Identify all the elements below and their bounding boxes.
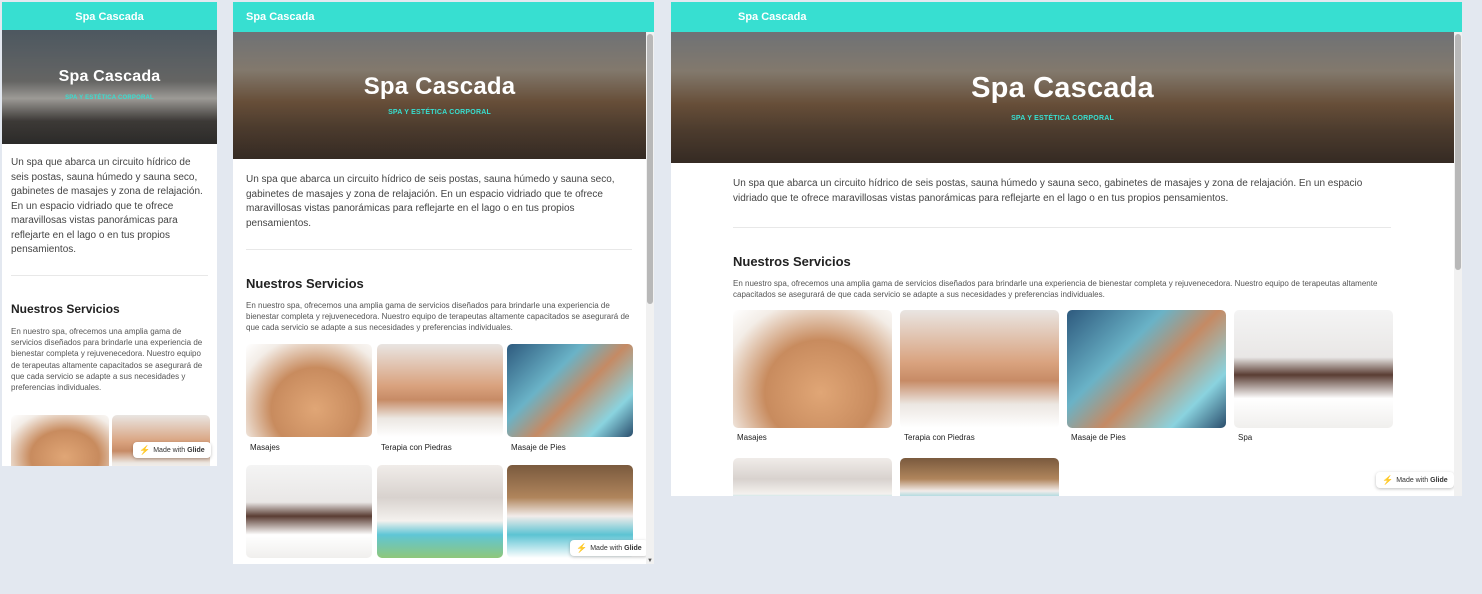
hero-title: Spa Cascada xyxy=(58,68,161,85)
service-label: Masajes xyxy=(737,433,767,442)
divider xyxy=(733,227,1391,228)
stones-photo xyxy=(377,344,503,437)
made-with-glide-badge[interactable]: ⚡ Made with Glide xyxy=(133,442,211,458)
service-card[interactable]: Masaje de Pies xyxy=(1067,310,1226,448)
massage-photo xyxy=(733,310,892,428)
hero-subtitle: SPA Y ESTÉTICA CORPORAL xyxy=(65,95,154,101)
description-text: Un spa que abarca un circuito hídrico de… xyxy=(733,178,1363,204)
clay-photo xyxy=(900,458,1059,496)
glide-bolt-icon: ⚡ xyxy=(139,444,151,455)
top-bar: Spa Cascada xyxy=(671,2,1462,32)
service-label: Terapia con Piedras xyxy=(904,433,975,442)
service-card[interactable] xyxy=(900,458,1059,496)
feet-photo xyxy=(1067,310,1226,428)
stones-photo xyxy=(112,415,210,466)
service-card[interactable]: Terapia con Piedras xyxy=(900,310,1059,448)
services-title: Nuestros Servicios xyxy=(246,276,364,291)
service-card[interactable] xyxy=(246,465,372,560)
hero-title: Spa Cascada xyxy=(971,72,1154,104)
top-bar: Spa Cascada xyxy=(233,2,654,32)
massage-photo xyxy=(246,344,372,437)
service-card[interactable]: Masajes xyxy=(733,310,892,448)
facial-photo xyxy=(377,465,503,558)
badge-prefix: Made with xyxy=(590,544,623,552)
service-card[interactable] xyxy=(112,415,210,466)
service-card[interactable] xyxy=(377,465,503,560)
brand-name[interactable]: Spa Cascada xyxy=(75,11,143,23)
scrollbar-thumb[interactable] xyxy=(647,34,653,304)
vertical-scrollbar[interactable] xyxy=(646,32,654,564)
mobile-preview: Spa Cascada Spa Cascada SPA Y ESTÉTICA C… xyxy=(2,2,217,466)
service-card[interactable]: Masajes xyxy=(246,344,372,459)
brand-name[interactable]: Spa Cascada xyxy=(246,11,314,23)
top-bar: Spa Cascada xyxy=(2,2,217,32)
service-card[interactable] xyxy=(11,415,109,466)
feet-photo xyxy=(507,344,633,437)
badge-prefix: Made with xyxy=(1396,476,1429,484)
vertical-scrollbar[interactable] xyxy=(1454,32,1462,496)
service-label: Terapia con Piedras xyxy=(381,443,452,452)
facial-photo xyxy=(733,458,892,496)
divider xyxy=(246,249,632,250)
divider xyxy=(11,275,208,276)
service-label: Spa xyxy=(1238,433,1253,442)
hero-subtitle: SPA Y ESTÉTICA CORPORAL xyxy=(388,109,491,116)
badge-brand: Glide xyxy=(187,446,205,454)
glide-bolt-icon: ⚡ xyxy=(576,542,588,553)
badge-prefix: Made with xyxy=(153,446,186,454)
massage-photo xyxy=(11,415,109,466)
service-label: Masaje de Pies xyxy=(511,443,566,452)
services-text: En nuestro spa, ofrecemos una amplia gam… xyxy=(733,279,1378,300)
badge-brand: Glide xyxy=(624,544,642,552)
desktop-preview: Spa Cascada Spa Cascada SPA Y ESTÉTICA C… xyxy=(671,2,1462,496)
description-text: Un spa que abarca un circuito hídrico de… xyxy=(11,157,203,255)
badge-brand: Glide xyxy=(1430,476,1448,484)
hero-title: Spa Cascada xyxy=(363,73,516,100)
description-text: Un spa que abarca un circuito hídrico de… xyxy=(246,174,615,229)
services-text: En nuestro spa, ofrecemos una amplia gam… xyxy=(246,301,630,333)
service-card[interactable]: Spa xyxy=(1234,310,1393,448)
hero-banner: Spa Cascada SPA Y ESTÉTICA CORPORAL xyxy=(2,30,217,144)
services-title: Nuestros Servicios xyxy=(733,254,851,269)
mask-photo xyxy=(1234,310,1393,428)
services-title: Nuestros Servicios xyxy=(11,302,120,316)
tablet-preview: Spa Cascada Spa Cascada SPA Y ESTÉTICA C… xyxy=(233,2,654,564)
made-with-glide-badge[interactable]: ⚡ Made with Glide xyxy=(1376,472,1454,488)
service-label: Masaje de Pies xyxy=(1071,433,1126,442)
scrollbar-thumb[interactable] xyxy=(1455,34,1461,270)
stones-photo xyxy=(900,310,1059,428)
hero-overlay xyxy=(2,30,217,144)
service-card[interactable]: Terapia con Piedras xyxy=(377,344,503,459)
hero-banner: Spa Cascada SPA Y ESTÉTICA CORPORAL xyxy=(671,32,1454,163)
hero-subtitle: SPA Y ESTÉTICA CORPORAL xyxy=(1011,115,1114,122)
service-card[interactable] xyxy=(733,458,892,496)
hero-banner: Spa Cascada SPA Y ESTÉTICA CORPORAL xyxy=(233,32,646,159)
glide-bolt-icon: ⚡ xyxy=(1382,474,1394,485)
service-label: Masajes xyxy=(250,443,280,452)
service-card[interactable]: Masaje de Pies xyxy=(507,344,633,459)
scroll-down-arrow-icon[interactable]: ▼ xyxy=(647,558,653,564)
made-with-glide-badge[interactable]: ⚡ Made with Glide xyxy=(570,540,648,556)
mask-photo xyxy=(246,465,372,558)
services-text: En nuestro spa, ofrecemos una amplia gam… xyxy=(11,327,203,392)
brand-name[interactable]: Spa Cascada xyxy=(738,11,806,23)
